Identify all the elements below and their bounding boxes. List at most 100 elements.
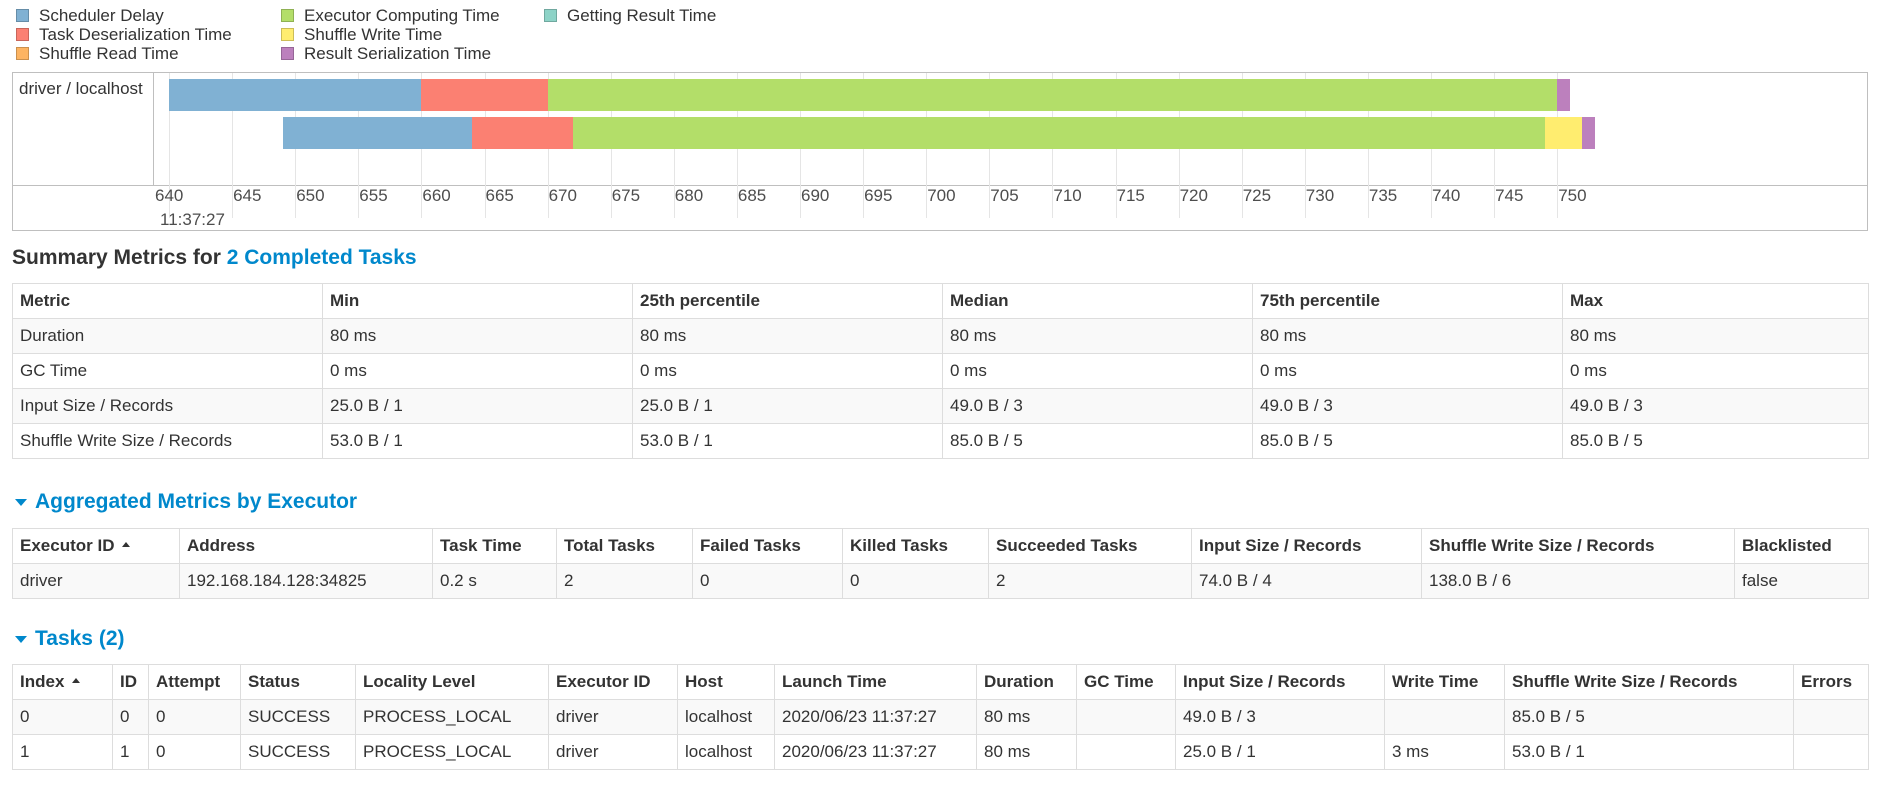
column-header-total-tasks[interactable]: Total Tasks bbox=[556, 528, 693, 564]
column-header-status[interactable]: Status bbox=[240, 664, 356, 700]
column-header-label: Median bbox=[950, 291, 1009, 310]
tasks-heading[interactable]: Tasks (2) bbox=[12, 627, 125, 651]
tasks-table: Index ID Attempt Status Locality Level Execut… bbox=[12, 664, 1869, 770]
completed-tasks-link[interactable]: 2 Completed Tasks bbox=[227, 246, 417, 269]
timeline-tick-label: 675 bbox=[611, 186, 641, 205]
cell-status: SUCCESS bbox=[240, 734, 356, 770]
legend-swatch bbox=[16, 47, 29, 60]
task-1-shuffle-write-segment[interactable] bbox=[1544, 117, 1583, 149]
column-header-failed-tasks[interactable]: Failed Tasks bbox=[692, 528, 843, 564]
task-0-task-deserialization-segment[interactable] bbox=[421, 79, 548, 111]
legend-executor-computing: Executor Computing Time bbox=[281, 6, 500, 25]
column-header-locality-level[interactable]: Locality Level bbox=[355, 664, 549, 700]
legend-swatch bbox=[281, 28, 294, 41]
cell-status: SUCCESS bbox=[240, 699, 356, 735]
column-header-gc-time[interactable]: GC Time bbox=[1076, 664, 1176, 700]
column-header-host[interactable]: Host bbox=[677, 664, 775, 700]
column-header-executor-id[interactable]: Executor ID bbox=[548, 664, 678, 700]
column-header-label: Launch Time bbox=[782, 672, 887, 691]
legend-result-serialization: Result Serialization Time bbox=[281, 44, 500, 63]
column-header-index[interactable]: Index bbox=[12, 664, 113, 700]
cell-shuffle-write-size-records: 53.0 B / 1 bbox=[1504, 734, 1794, 770]
column-header-succeeded-tasks[interactable]: Succeeded Tasks bbox=[988, 528, 1192, 564]
column-header-min[interactable]: Min bbox=[322, 283, 633, 319]
table-row: driver 192.168.184.128:34825 0.2 s 2 0 0 2 74.0… bbox=[12, 563, 1869, 599]
legend-swatch bbox=[544, 9, 557, 22]
cell-index: 0 bbox=[12, 699, 113, 735]
timeline-plot-area[interactable]: 640 645 650 655 660 665 670 675 680 685 690 695 700 7… bbox=[154, 73, 1867, 230]
column-header-errors[interactable]: Errors bbox=[1793, 664, 1869, 700]
column-header-input-size-records[interactable]: Input Size / Records bbox=[1175, 664, 1385, 700]
timeline-tick-label: 705 bbox=[990, 186, 1019, 205]
summary-title-prefix: Summary Metrics for bbox=[12, 246, 227, 269]
cell-id: 1 bbox=[112, 734, 149, 770]
task-0-result-serialization-segment[interactable] bbox=[1557, 79, 1570, 111]
cell-input-size-records: 49.0 B / 3 bbox=[1175, 699, 1385, 735]
cell-blacklisted: false bbox=[1734, 563, 1869, 599]
column-header-address[interactable]: Address bbox=[179, 528, 433, 564]
column-header-label: GC Time bbox=[1084, 672, 1154, 691]
cell-failed-tasks: 0 bbox=[692, 563, 843, 599]
column-header-max[interactable]: Max bbox=[1562, 283, 1869, 319]
cell-killed-tasks: 0 bbox=[842, 563, 989, 599]
cell-median: 85.0 B / 5 bbox=[942, 423, 1253, 459]
column-header-label: Attempt bbox=[156, 672, 221, 691]
column-header-blacklisted[interactable]: Blacklisted bbox=[1734, 528, 1869, 564]
cell-gc-time bbox=[1076, 734, 1176, 770]
column-header-shuffle-write-size-records[interactable]: Shuffle Write Size / Records bbox=[1504, 664, 1794, 700]
legend-label: Shuffle Write Time bbox=[304, 25, 443, 44]
cell-75th-percentile: 80 ms bbox=[1252, 318, 1563, 354]
table-row: Duration 80 ms 80 ms 80 ms 80 ms 80 ms bbox=[12, 318, 1869, 354]
column-header-label: Duration bbox=[984, 672, 1054, 691]
table-row: Input Size / Records 25.0 B / 1 25.0 B / 1… bbox=[12, 388, 1869, 424]
column-header-label: Input Size / Records bbox=[1183, 672, 1346, 691]
timeline-tick-label: 715 bbox=[1116, 186, 1145, 205]
column-header-label: Max bbox=[1570, 291, 1604, 310]
task-0-executor-computing-segment[interactable] bbox=[547, 79, 1558, 111]
column-header-executor-id[interactable]: Executor ID bbox=[12, 528, 180, 564]
cell-gc-time bbox=[1076, 699, 1176, 735]
cell-errors bbox=[1793, 734, 1869, 770]
legend-label: Scheduler Delay bbox=[39, 6, 164, 25]
timeline-tick-label: 735 bbox=[1368, 186, 1398, 205]
cell-25th-percentile: 53.0 B / 1 bbox=[632, 423, 943, 459]
legend-column-2: Executor Computing Time Shuffle Write Ti… bbox=[281, 6, 500, 63]
column-header-id[interactable]: ID bbox=[112, 664, 149, 700]
cell-min: 25.0 B / 1 bbox=[322, 388, 633, 424]
column-header-median[interactable]: Median bbox=[942, 283, 1253, 319]
column-header-write-time[interactable]: Write Time bbox=[1384, 664, 1505, 700]
cell-min: 53.0 B / 1 bbox=[322, 423, 633, 459]
cell-address: 192.168.184.128:34825 bbox=[179, 563, 433, 599]
task-1-executor-computing-segment[interactable] bbox=[572, 117, 1545, 149]
legend-getting-result: Getting Result Time bbox=[544, 6, 716, 25]
cell-write-time bbox=[1384, 699, 1505, 735]
column-header-metric[interactable]: Metric bbox=[12, 283, 323, 319]
column-header-input-size-records[interactable]: Input Size / Records bbox=[1191, 528, 1422, 564]
column-header-attempt[interactable]: Attempt bbox=[148, 664, 241, 700]
legend-label: Task Deserialization Time bbox=[39, 25, 232, 44]
task-1-result-serialization-segment[interactable] bbox=[1582, 117, 1596, 149]
column-header-killed-tasks[interactable]: Killed Tasks bbox=[842, 528, 989, 564]
task-timeline[interactable]: driver / localhost 640 645 650 655 660 665 670… bbox=[12, 72, 1868, 231]
aggregated-metrics-heading[interactable]: Aggregated Metrics by Executor bbox=[12, 490, 357, 514]
column-header-task-time[interactable]: Task Time bbox=[432, 528, 557, 564]
column-header-25th-percentile[interactable]: 25th percentile bbox=[632, 283, 943, 319]
sort-ascending-icon bbox=[122, 542, 131, 548]
cell-index: 1 bbox=[12, 734, 113, 770]
table-row: 1 1 0 SUCCESS PROCESS_LOCAL driver localhost 20… bbox=[12, 734, 1869, 770]
task-1-task-deserialization-segment[interactable] bbox=[471, 117, 573, 149]
legend-scheduler-delay: Scheduler Delay bbox=[16, 6, 232, 25]
task-1-scheduler-delay-segment[interactable] bbox=[282, 117, 472, 149]
timeline-tick-label: 720 bbox=[1179, 186, 1208, 205]
column-header-shuffle-write-size-records[interactable]: Shuffle Write Size / Records bbox=[1421, 528, 1735, 564]
timeline-tick-label: 670 bbox=[548, 186, 577, 205]
cell-errors bbox=[1793, 699, 1869, 735]
column-header-launch-time[interactable]: Launch Time bbox=[774, 664, 977, 700]
cell-25th-percentile: 0 ms bbox=[632, 353, 943, 389]
cell-input-size-records: 74.0 B / 4 bbox=[1191, 563, 1422, 599]
cell-host: localhost bbox=[677, 734, 775, 770]
cell-25th-percentile: 80 ms bbox=[632, 318, 943, 354]
column-header-75th-percentile[interactable]: 75th percentile bbox=[1252, 283, 1563, 319]
column-header-duration[interactable]: Duration bbox=[976, 664, 1077, 700]
task-0-scheduler-delay-segment[interactable] bbox=[169, 79, 422, 111]
